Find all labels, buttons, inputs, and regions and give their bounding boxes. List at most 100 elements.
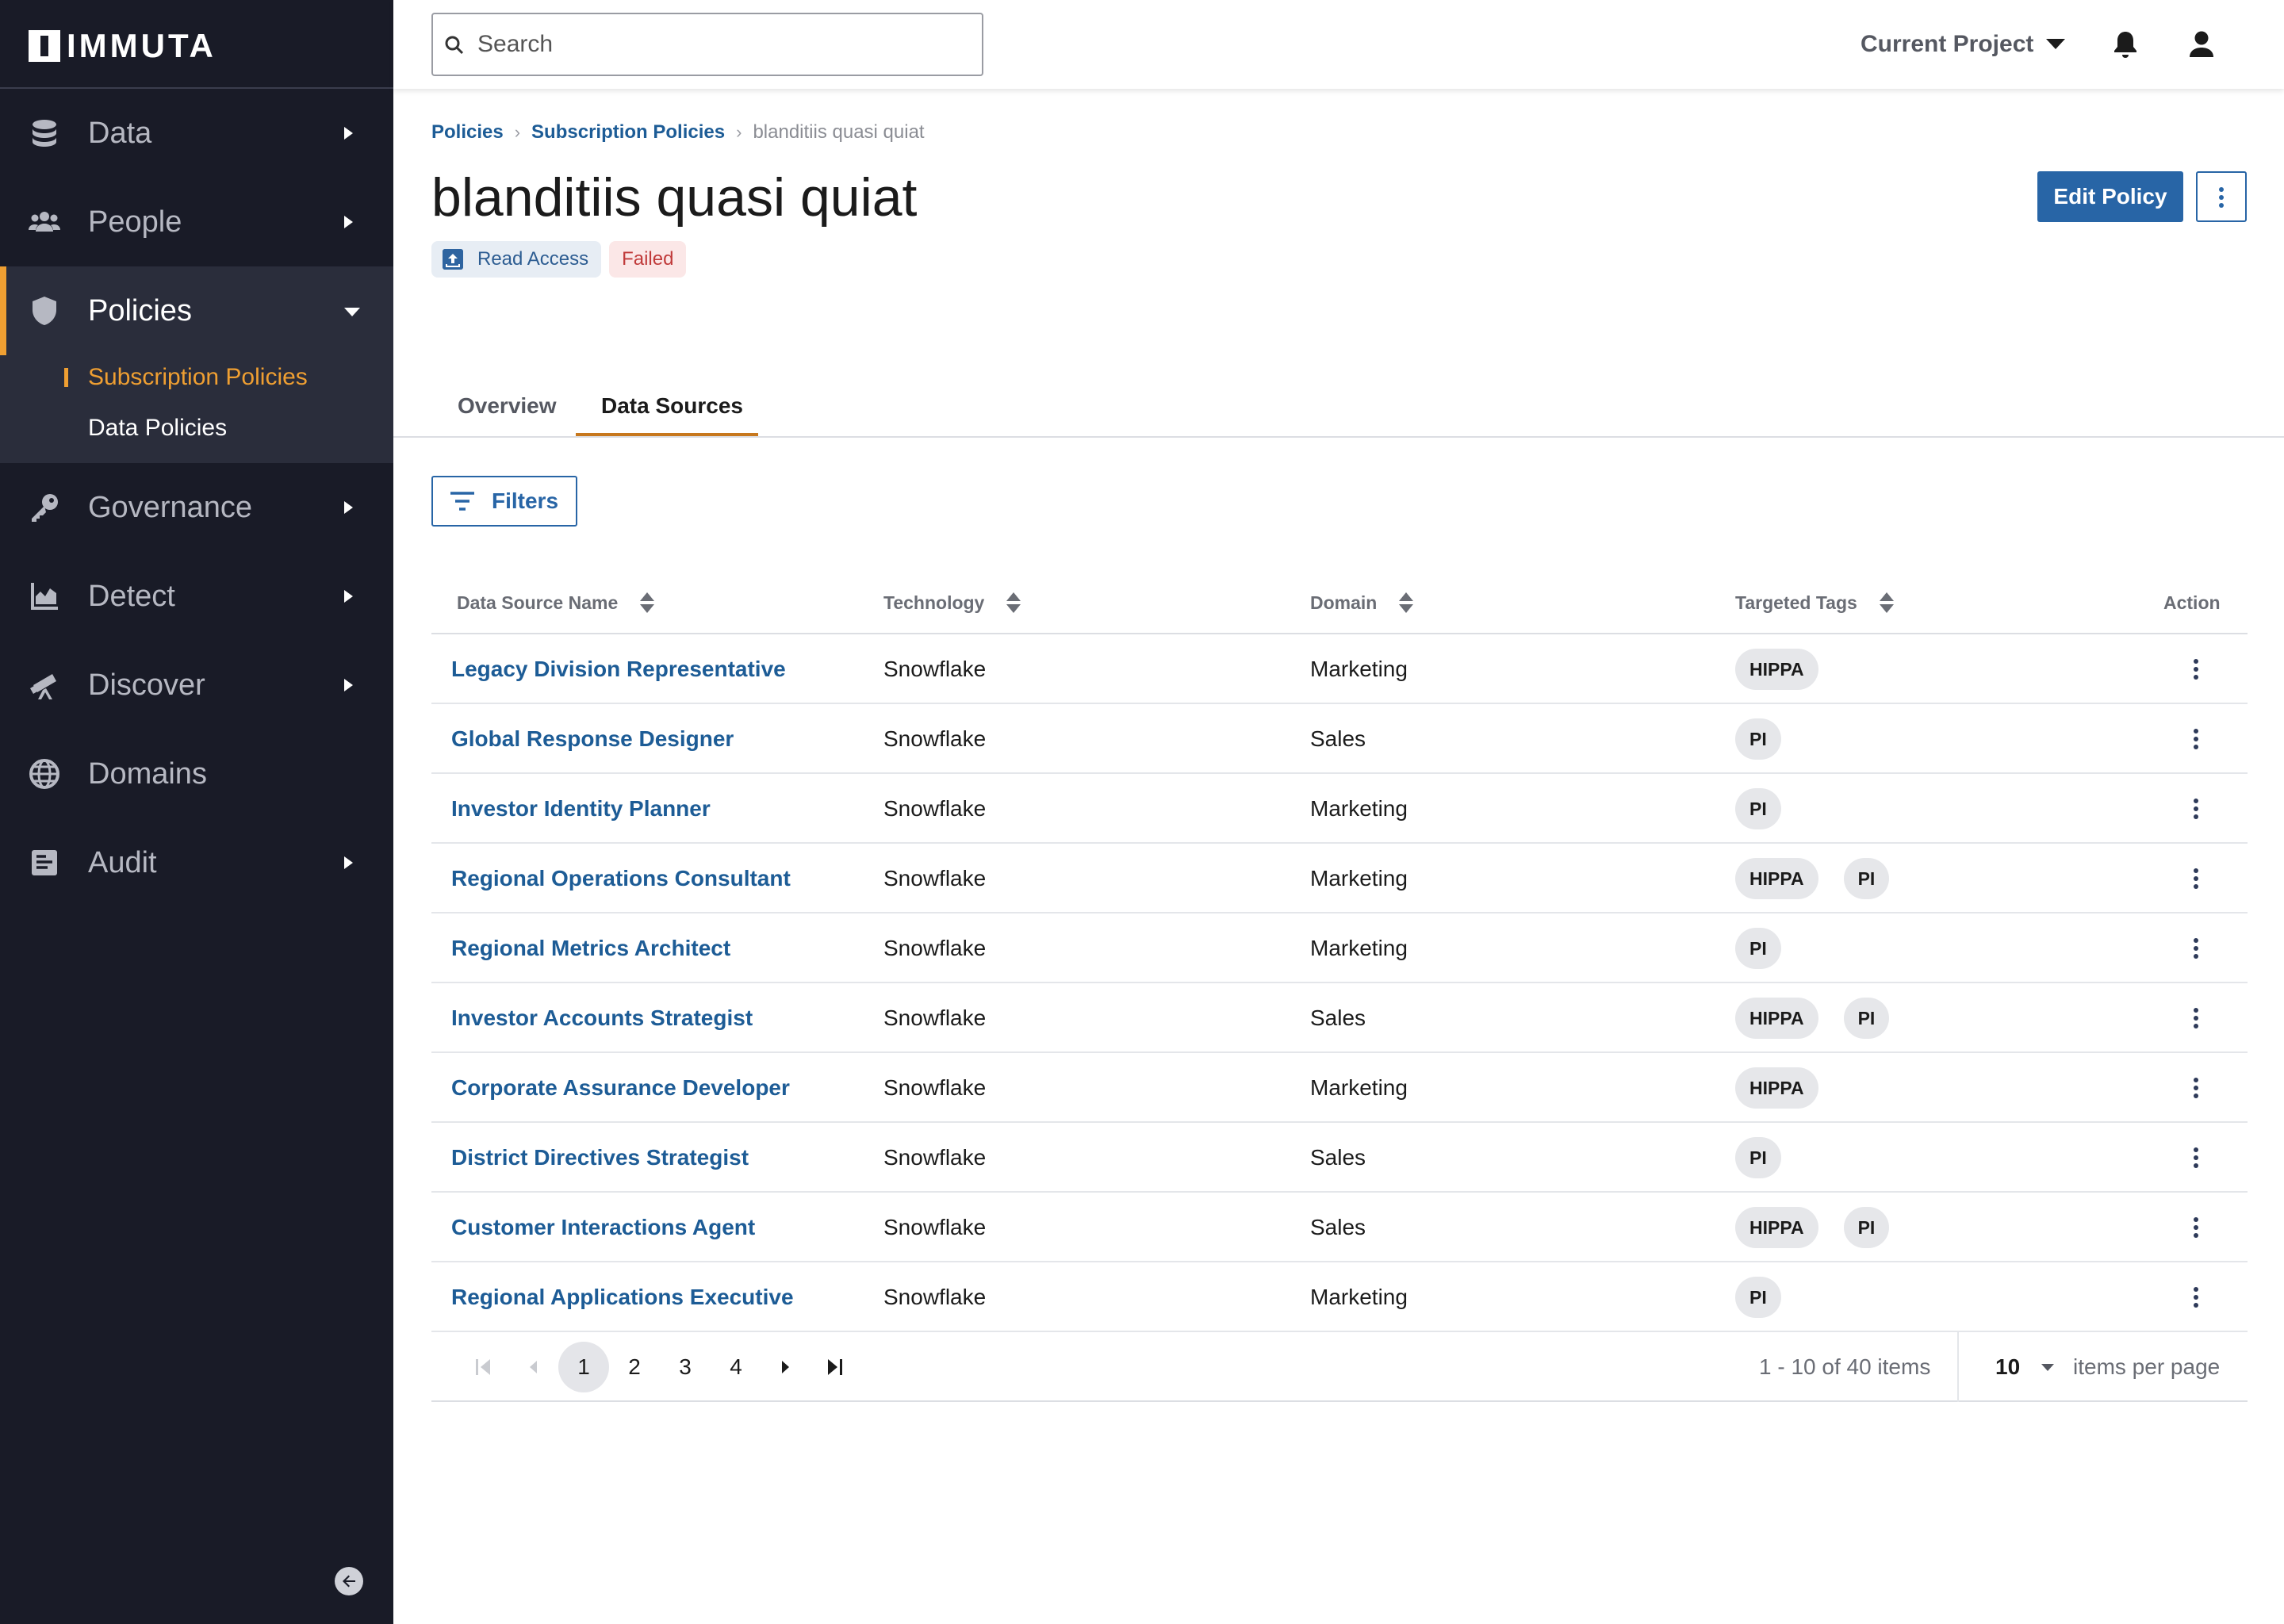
technology-cell: Snowflake bbox=[883, 1005, 987, 1030]
policies-subnav: Subscription Policies Data Policies bbox=[0, 355, 393, 463]
tab-overview[interactable]: Overview bbox=[458, 390, 557, 422]
data-source-name-link[interactable]: Customer Interactions Agent bbox=[451, 1193, 755, 1262]
data-source-name-link[interactable]: Investor Accounts Strategist bbox=[451, 983, 753, 1053]
previous-page-icon[interactable] bbox=[522, 1353, 546, 1381]
sidebar-item-policies[interactable]: Policies bbox=[0, 266, 393, 355]
page-size-select[interactable]: 10 bbox=[1995, 1332, 2020, 1402]
search-box[interactable] bbox=[431, 13, 983, 76]
page-number-button[interactable]: 1 bbox=[558, 1342, 609, 1392]
domain-cell: Sales bbox=[1310, 1005, 1366, 1030]
row-action-menu-button[interactable] bbox=[2184, 1193, 2208, 1262]
caret-right-icon bbox=[344, 501, 353, 514]
column-header-action: Action bbox=[2163, 587, 2221, 619]
sidebar-item-label: Detect bbox=[88, 580, 175, 613]
tag-chip[interactable]: PI bbox=[1735, 788, 1781, 829]
data-source-name-link[interactable]: Regional Operations Consultant bbox=[451, 844, 791, 914]
technology-cell: Snowflake bbox=[883, 796, 987, 821]
row-action-menu-button[interactable] bbox=[2184, 844, 2208, 914]
sidebar-item-audit[interactable]: Audit bbox=[0, 818, 393, 907]
tag-chip[interactable]: HIPPA bbox=[1735, 1207, 1818, 1248]
tag-chip[interactable]: PI bbox=[1735, 1137, 1781, 1178]
sidebar-item-domains[interactable]: Domains bbox=[0, 730, 393, 818]
tag-chip[interactable]: PI bbox=[1843, 1207, 1890, 1248]
table-row: District Directives Strategist Snowflake S… bbox=[431, 1123, 2248, 1193]
data-source-name-link[interactable]: Regional Metrics Architect bbox=[451, 914, 730, 983]
page-number-button[interactable]: 4 bbox=[711, 1342, 761, 1392]
tag-chip[interactable]: PI bbox=[1735, 718, 1781, 760]
tag-chip[interactable]: PI bbox=[1735, 928, 1781, 969]
data-source-name-link[interactable]: Investor Identity Planner bbox=[451, 774, 711, 844]
targeted-tags-cell: HIPPA PI bbox=[1735, 998, 1914, 1039]
tag-chip[interactable]: PI bbox=[1735, 1277, 1781, 1318]
items-per-page-label: items per page bbox=[2073, 1354, 2221, 1379]
sidebar-item-detect[interactable]: Detect bbox=[0, 552, 393, 641]
row-action-menu-button[interactable] bbox=[2184, 914, 2208, 983]
edit-policy-button[interactable]: Edit Policy bbox=[2037, 171, 2183, 222]
tab-data-sources[interactable]: Data Sources bbox=[601, 390, 743, 422]
column-header-data-source-name[interactable]: Data Source Name bbox=[457, 587, 655, 619]
table-row: Investor Accounts Strategist Snowflake Sal… bbox=[431, 983, 2248, 1053]
bell-icon[interactable] bbox=[2110, 29, 2141, 60]
last-page-icon[interactable] bbox=[822, 1353, 845, 1381]
first-page-icon[interactable] bbox=[473, 1353, 496, 1381]
more-actions-button[interactable] bbox=[2196, 171, 2247, 222]
sidebar-item-people[interactable]: People bbox=[0, 178, 393, 266]
sidebar-subitem-subscription-policies[interactable]: Subscription Policies bbox=[64, 362, 308, 393]
row-action-menu-button[interactable] bbox=[2184, 983, 2208, 1053]
filters-label: Filters bbox=[492, 488, 559, 513]
immuta-logo[interactable]: IMMUTA bbox=[29, 29, 217, 63]
people-icon bbox=[29, 212, 60, 232]
data-source-name-link[interactable]: Global Response Designer bbox=[451, 704, 734, 774]
caret-down-icon[interactable] bbox=[2046, 39, 2065, 49]
row-action-menu-button[interactable] bbox=[2184, 1123, 2208, 1193]
chart-icon bbox=[31, 583, 58, 610]
data-source-name-link[interactable]: Legacy Division Representative bbox=[451, 634, 786, 704]
table-body: Legacy Division Representative Snowflake M… bbox=[431, 634, 2248, 1332]
targeted-tags-cell: PI bbox=[1735, 1137, 1807, 1178]
row-action-menu-button[interactable] bbox=[2184, 634, 2208, 704]
column-label: Data Source Name bbox=[457, 592, 619, 613]
targeted-tags-cell: HIPPA bbox=[1735, 1067, 1844, 1109]
tag-chip[interactable]: HIPPA bbox=[1735, 998, 1818, 1039]
row-action-menu-button[interactable] bbox=[2184, 1053, 2208, 1123]
sidebar-item-label: Data bbox=[88, 117, 152, 150]
chevron-right-icon: › bbox=[736, 122, 742, 142]
column-header-technology[interactable]: Technology bbox=[883, 587, 1021, 619]
sidebar-item-discover[interactable]: Discover bbox=[0, 641, 393, 730]
collapse-sidebar-button[interactable] bbox=[335, 1567, 363, 1595]
sidebar-item-data[interactable]: Data bbox=[0, 89, 393, 178]
sidebar-item-governance[interactable]: Governance bbox=[0, 463, 393, 552]
data-source-name-link[interactable]: Regional Applications Executive bbox=[451, 1262, 794, 1332]
kebab-icon bbox=[2194, 1217, 2198, 1238]
column-header-domain[interactable]: Domain bbox=[1310, 587, 1414, 619]
filters-button[interactable]: Filters bbox=[431, 476, 577, 527]
breadcrumb-subscription-policies[interactable]: Subscription Policies bbox=[531, 119, 725, 146]
column-label: Targeted Tags bbox=[1735, 592, 1857, 613]
user-icon[interactable] bbox=[2186, 29, 2217, 60]
page-number-button[interactable]: 2 bbox=[609, 1342, 660, 1392]
breadcrumb-policies[interactable]: Policies bbox=[431, 119, 504, 146]
pagination-info: 1 - 10 of 40 items bbox=[1759, 1354, 1931, 1379]
column-header-targeted-tags[interactable]: Targeted Tags bbox=[1735, 587, 1894, 619]
tag-chip[interactable]: PI bbox=[1843, 858, 1890, 899]
sidebar-nav: Data People Policies Subscription Polici… bbox=[0, 89, 393, 907]
current-project-selector[interactable]: Current Project bbox=[1861, 29, 2033, 60]
tag-chip[interactable]: HIPPA bbox=[1735, 858, 1818, 899]
domain-cell: Marketing bbox=[1310, 657, 1408, 681]
row-action-menu-button[interactable] bbox=[2184, 704, 2208, 774]
search-input[interactable] bbox=[477, 29, 969, 60]
data-source-name-link[interactable]: Corporate Assurance Developer bbox=[451, 1053, 790, 1123]
next-page-icon[interactable] bbox=[773, 1353, 797, 1381]
tag-chip[interactable]: PI bbox=[1843, 998, 1890, 1039]
page-number-button[interactable]: 3 bbox=[660, 1342, 711, 1392]
caret-down-icon[interactable] bbox=[2041, 1364, 2054, 1371]
tag-chip[interactable]: HIPPA bbox=[1735, 1067, 1818, 1109]
data-source-name-link[interactable]: District Directives Strategist bbox=[451, 1123, 749, 1193]
row-action-menu-button[interactable] bbox=[2184, 1262, 2208, 1332]
caret-right-icon bbox=[344, 216, 353, 228]
tag-chip[interactable]: HIPPA bbox=[1735, 649, 1818, 690]
row-action-menu-button[interactable] bbox=[2184, 774, 2208, 844]
kebab-icon bbox=[2219, 187, 2224, 208]
sidebar-subitem-data-policies[interactable]: Data Policies bbox=[88, 412, 227, 444]
search-icon bbox=[445, 36, 464, 55]
